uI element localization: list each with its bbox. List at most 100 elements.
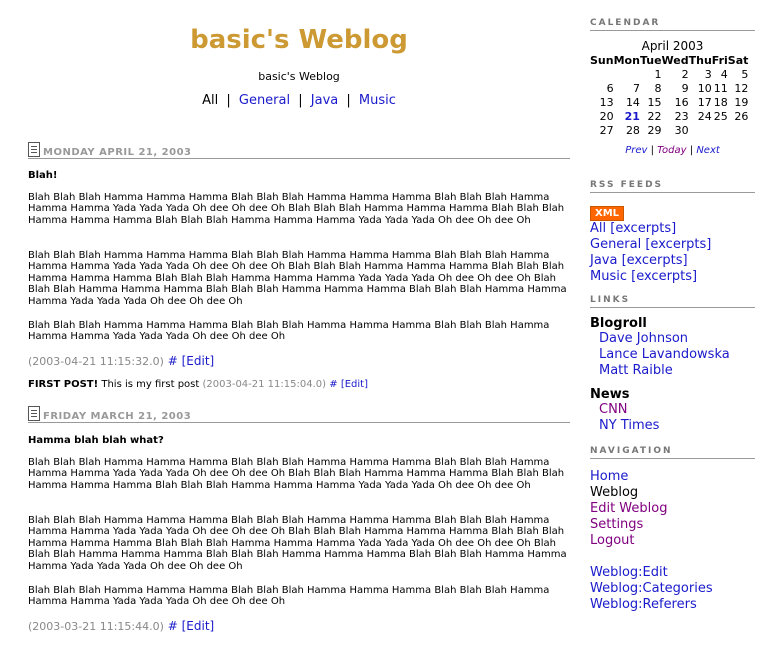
weblog-categories-link[interactable]: Weblog:Categories bbox=[590, 581, 713, 596]
calendar-day bbox=[590, 67, 614, 81]
blogroll-link[interactable]: Dave Johnson bbox=[599, 331, 688, 346]
calendar-next-link[interactable]: Next bbox=[696, 145, 719, 156]
calendar-week-row: 20 21 22 23 24 25 26 bbox=[590, 109, 749, 123]
category-nav: All | General | Java | Music bbox=[28, 93, 570, 108]
edit-link[interactable]: [Edit] bbox=[341, 379, 368, 390]
day-header: FRIDAY MARCH 21, 2003 bbox=[28, 406, 570, 423]
separator: | bbox=[650, 145, 654, 156]
links-heading: LINKS bbox=[590, 295, 755, 308]
xml-badge-icon[interactable]: XML bbox=[590, 206, 625, 221]
calendar-weekday-row: Sun Mon Tue Wed Thu Fri Sat bbox=[590, 53, 748, 67]
weekday: Sun bbox=[590, 53, 614, 67]
calendar-week-row: 6 7 8 9 10 11 12 bbox=[590, 81, 749, 95]
calendar-day: 14 bbox=[625, 95, 640, 109]
feed-link-music[interactable]: Music [excerpts] bbox=[590, 269, 697, 284]
calendar-day: 19 bbox=[734, 95, 749, 109]
calendar-heading: CALENDAR bbox=[590, 18, 755, 31]
news-link[interactable]: CNN bbox=[599, 402, 628, 417]
category-all-link[interactable]: All bbox=[202, 93, 218, 108]
calendar-day: 23 bbox=[674, 109, 689, 123]
calendar-day: 16 bbox=[674, 95, 689, 109]
weekday: Thu bbox=[688, 53, 712, 67]
calendar-page-icon bbox=[28, 142, 40, 157]
calendar-table: Sun Mon Tue Wed Thu Fri Sat 1 2 3 4 5 6 7 8 9 10 1… bbox=[590, 53, 748, 137]
calendar-prev-link[interactable]: Prev bbox=[625, 145, 647, 156]
calendar-day bbox=[728, 123, 749, 137]
permalink[interactable]: # bbox=[329, 379, 337, 390]
edit-link[interactable]: [Edit] bbox=[182, 619, 215, 633]
calendar-day: 10 bbox=[697, 81, 712, 95]
calendar-day: 18 bbox=[713, 95, 728, 109]
entry-title: Blah! bbox=[28, 170, 58, 181]
news-link[interactable]: NY Times bbox=[599, 418, 659, 433]
entry-timestamp: (2003-04-21 11:15:32.0) bbox=[28, 355, 164, 368]
weekday: Mon bbox=[613, 53, 640, 67]
category-music-link[interactable]: Music bbox=[359, 93, 396, 108]
separator: | bbox=[346, 93, 351, 108]
calendar-day bbox=[614, 67, 640, 81]
separator: | bbox=[689, 145, 694, 156]
calendar-day: 12 bbox=[734, 81, 749, 95]
nav-edit-weblog-link[interactable]: Edit Weblog bbox=[590, 501, 667, 516]
entry-text: This is my first post bbox=[101, 379, 200, 390]
blogroll-link[interactable]: Lance Lavandowska bbox=[599, 347, 730, 362]
calendar-day[interactable]: 21 bbox=[614, 109, 640, 123]
weblog-edit-link[interactable]: Weblog:Edit bbox=[590, 565, 668, 580]
entry-timestamp: (2003-03-21 11:15:44.0) bbox=[28, 620, 164, 633]
entry-meta: (2003-04-21 11:15:32.0) # [Edit] bbox=[28, 354, 214, 368]
nav-logout-link[interactable]: Logout bbox=[590, 533, 635, 548]
calendar-day bbox=[689, 123, 712, 137]
calendar-page-icon bbox=[28, 406, 40, 421]
main-column: basic's Weblog basic's Weblog All | Gene… bbox=[28, 0, 570, 108]
day-header: MONDAY APRIL 21, 2003 bbox=[28, 142, 570, 159]
nav-weblog-current: Weblog bbox=[590, 485, 639, 500]
entry-paragraph: Blah Blah Blah Hamma Hamma Hamma Blah Bl… bbox=[28, 457, 565, 491]
weekday: Tue bbox=[639, 53, 662, 67]
entry-paragraph: Blah Blah Blah Hamma Hamma Hamma Blah Bl… bbox=[28, 515, 567, 572]
calendar-day: 26 bbox=[734, 109, 749, 123]
calendar-day: 20 bbox=[599, 109, 614, 123]
blogroll-title: Blogroll bbox=[590, 316, 647, 331]
calendar-day: 11 bbox=[713, 81, 728, 95]
weblog-referers-link[interactable]: Weblog:Referers bbox=[590, 597, 697, 612]
calendar-day: 7 bbox=[632, 81, 640, 95]
navigation-heading: NAVIGATION bbox=[590, 446, 755, 459]
entry-timestamp: (2003-04-21 11:15:04.0) bbox=[202, 379, 327, 390]
feed-link-java[interactable]: Java [excerpts] bbox=[590, 253, 688, 268]
day-date: MONDAY APRIL 21, 2003 bbox=[43, 147, 192, 158]
navigation-section: Home Weblog Edit Weblog Settings Logout … bbox=[590, 469, 755, 613]
permalink[interactable]: # bbox=[168, 354, 178, 368]
news-title: News bbox=[590, 387, 630, 402]
category-general-link[interactable]: General bbox=[239, 93, 290, 108]
nav-settings-link[interactable]: Settings bbox=[590, 517, 643, 532]
calendar-day: 1 bbox=[654, 67, 662, 81]
category-java-link[interactable]: Java bbox=[311, 93, 338, 108]
separator: | bbox=[226, 93, 231, 108]
permalink[interactable]: # bbox=[168, 619, 178, 633]
calendar-today-link[interactable]: Today bbox=[657, 145, 686, 156]
weekday: Fri bbox=[711, 53, 728, 67]
entry-paragraph: Blah Blah Blah Hamma Hamma Hamma Blah Bl… bbox=[28, 250, 567, 307]
entry-meta: (2003-03-21 11:15:44.0) # [Edit] bbox=[28, 619, 214, 633]
rss-heading: RSS FEEDS bbox=[590, 180, 755, 193]
blog-title: basic's Weblog bbox=[190, 25, 408, 55]
calendar-day: 13 bbox=[599, 95, 614, 109]
calendar-day: 8 bbox=[654, 81, 662, 95]
nav-home-link[interactable]: Home bbox=[590, 469, 628, 484]
calendar-nav: Prev | Today | Next bbox=[590, 145, 755, 156]
entry-title: Hamma blah blah what? bbox=[28, 435, 164, 446]
calendar-day: 22 bbox=[647, 109, 662, 123]
sidebar: CALENDAR April 2003 Sun Mon Tue Wed Thu … bbox=[590, 0, 755, 613]
blog-description: basic's Weblog bbox=[258, 70, 340, 83]
calendar-day: 6 bbox=[606, 81, 614, 95]
blogroll-link[interactable]: Matt Raible bbox=[599, 363, 673, 378]
rss-section: XML All [excerpts] General [excerpts] Ja… bbox=[590, 201, 755, 285]
day-date: FRIDAY MARCH 21, 2003 bbox=[43, 411, 192, 422]
calendar-day: 25 bbox=[713, 109, 728, 123]
edit-link[interactable]: [Edit] bbox=[182, 354, 215, 368]
weekday: Wed bbox=[661, 53, 689, 67]
feed-link-all[interactable]: All [excerpts] bbox=[590, 221, 676, 236]
feed-link-general[interactable]: General [excerpts] bbox=[590, 237, 711, 252]
calendar: April 2003 Sun Mon Tue Wed Thu Fri Sat 1… bbox=[590, 39, 755, 156]
calendar-day bbox=[712, 123, 728, 137]
